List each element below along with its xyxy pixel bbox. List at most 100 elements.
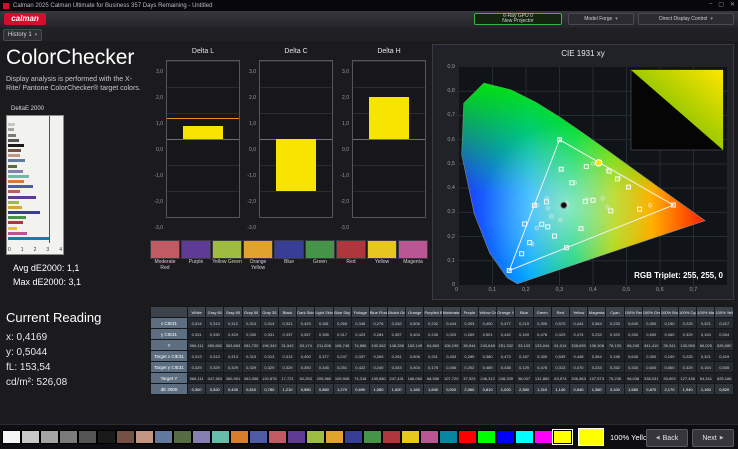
axis-tick: 2,0 [156, 95, 163, 101]
gridline [260, 87, 332, 88]
delta-bar [369, 97, 409, 139]
table-header-cell: Gray 65 [224, 307, 242, 318]
table-cell: 0,350 [297, 362, 315, 373]
calman-logo: calman [4, 13, 46, 25]
patch-strip-swatch[interactable] [458, 430, 477, 444]
table-cell: 0,474 [569, 329, 587, 340]
table-cell: 17,721 [278, 373, 296, 384]
meter-dropdown[interactable]: Model Forge ▾ [568, 13, 634, 25]
patch-strip-swatch[interactable] [40, 430, 59, 444]
patch-row: Moderate RedPurpleYellow GreenOrange Yel… [150, 240, 428, 271]
page-description: Display analysis is performed with the X… [6, 76, 144, 93]
minimize-icon[interactable]: – [709, 1, 712, 8]
history-tab[interactable]: History 1 ▾ [3, 29, 42, 41]
patch-strip-swatch[interactable] [135, 430, 154, 444]
max-de2000: Max dE2000: 3,1 [13, 277, 81, 287]
table-cell: 196,342 [260, 340, 278, 351]
patch-strip-swatch[interactable] [534, 430, 553, 444]
table-cell: 0,330 [242, 329, 260, 340]
patch-strip-swatch[interactable] [439, 430, 458, 444]
table-cell: 0,920 [442, 384, 460, 395]
delta-h-chart: Delta H 3,02,01,00,0-1,0-2,0-3,0 [336, 48, 428, 238]
axis-tick: 0,2 [437, 234, 455, 240]
patch-strip-swatch[interactable] [515, 430, 534, 444]
table-cell: 166,060 [406, 373, 424, 384]
measured-point [579, 227, 583, 231]
patch-strip-swatch[interactable] [496, 430, 515, 444]
patch-strip-swatch[interactable] [211, 430, 230, 444]
table-header-cell: Purple [460, 307, 478, 318]
patch-strip-swatch[interactable] [382, 430, 401, 444]
patch-strip-swatch[interactable] [287, 430, 306, 444]
current-reading-heading: Current Reading [6, 310, 101, 325]
maximize-icon[interactable]: ▢ [718, 1, 724, 8]
zero-line [353, 139, 425, 140]
patch-strip-swatch[interactable] [173, 430, 192, 444]
patch-strip-swatch[interactable] [97, 430, 116, 444]
patch-strip-swatch[interactable] [230, 430, 249, 444]
table-cell: 0,235 [424, 329, 442, 340]
table-cell: 1,020 [497, 384, 515, 395]
patch-strip-swatch[interactable] [363, 430, 382, 444]
axis-tick: 0,9 [437, 64, 455, 70]
table-cell: 1,270 [333, 384, 351, 395]
patch-strip-swatch[interactable] [2, 430, 21, 444]
patch-strip-swatch[interactable] [116, 430, 135, 444]
table-cell: 450,682 [206, 340, 224, 351]
patch-item: Blue [274, 240, 304, 271]
back-button[interactable]: ◀ Back [646, 429, 688, 447]
next-arrow-icon: ▶ [720, 435, 724, 441]
back-arrow-icon: ◀ [656, 435, 660, 441]
patch-strip-swatch[interactable] [249, 430, 268, 444]
table-cell: 0,305 [533, 318, 551, 329]
table-header-cell: Yellow [569, 307, 587, 318]
back-button-label: Back [663, 435, 679, 442]
patch-item: Purple [181, 240, 211, 271]
de-bar [8, 154, 20, 157]
rgb-triplet-readout: RGB Triplet: 255, 255, 0 [583, 271, 723, 280]
patch-strip-swatch[interactable] [477, 430, 496, 444]
de-bar [8, 190, 20, 193]
patch-strip-swatch[interactable] [325, 430, 344, 444]
delta-l-title: Delta L [166, 48, 240, 55]
patch-strip-swatch[interactable] [59, 430, 78, 444]
gridline [353, 165, 425, 166]
gridline [353, 191, 425, 192]
patch-strip-swatch[interactable] [78, 430, 97, 444]
reference-line [167, 118, 239, 119]
axis-tick: 0,0 [342, 147, 349, 153]
next-button[interactable]: Next ▶ [692, 429, 734, 447]
patch-strip-swatch[interactable] [344, 430, 363, 444]
patch-strip-swatch[interactable] [553, 430, 572, 444]
table-cell: 0,444 [569, 318, 587, 329]
patch-strip-swatch[interactable] [401, 430, 420, 444]
patch-strip-swatch[interactable] [192, 430, 211, 444]
history-bar: History 1 ▾ [0, 28, 738, 41]
table-cell: 0,306 [442, 362, 460, 373]
table-cell: 0,313 [278, 351, 296, 362]
patch-strip-swatch[interactable] [154, 430, 173, 444]
table-cell: 0,305 [533, 351, 551, 362]
gridline [167, 61, 239, 62]
patch-item: Green [305, 240, 335, 271]
table-cell: 281,730 [242, 340, 260, 351]
table-cell: 0,329 [224, 329, 242, 340]
axis-tick: 0,4 [437, 185, 455, 191]
gridline [167, 217, 239, 218]
axis-tick: 0,1 [489, 287, 497, 293]
patch-strip-swatch[interactable] [268, 430, 287, 444]
patch-strip-swatch[interactable] [306, 430, 325, 444]
measured-point [585, 197, 589, 201]
color-swatch [398, 240, 428, 259]
patch-strip-swatch[interactable] [21, 430, 40, 444]
patch-strip-swatch[interactable] [420, 430, 439, 444]
de2000-bars [8, 118, 62, 240]
table-cell: 0,252 [606, 362, 624, 373]
table-cell: 0,247 [333, 351, 351, 362]
table-cell: 0,265 [369, 351, 387, 362]
close-icon[interactable]: ✕ [730, 1, 735, 8]
table-cell: 0,473 [497, 351, 515, 362]
source-connection-button[interactable]: 6-Ray GPU 0 New Projector [474, 13, 562, 25]
de-bar [8, 175, 29, 178]
display-control-dropdown[interactable]: Direct Display Control ▾ [638, 13, 734, 25]
